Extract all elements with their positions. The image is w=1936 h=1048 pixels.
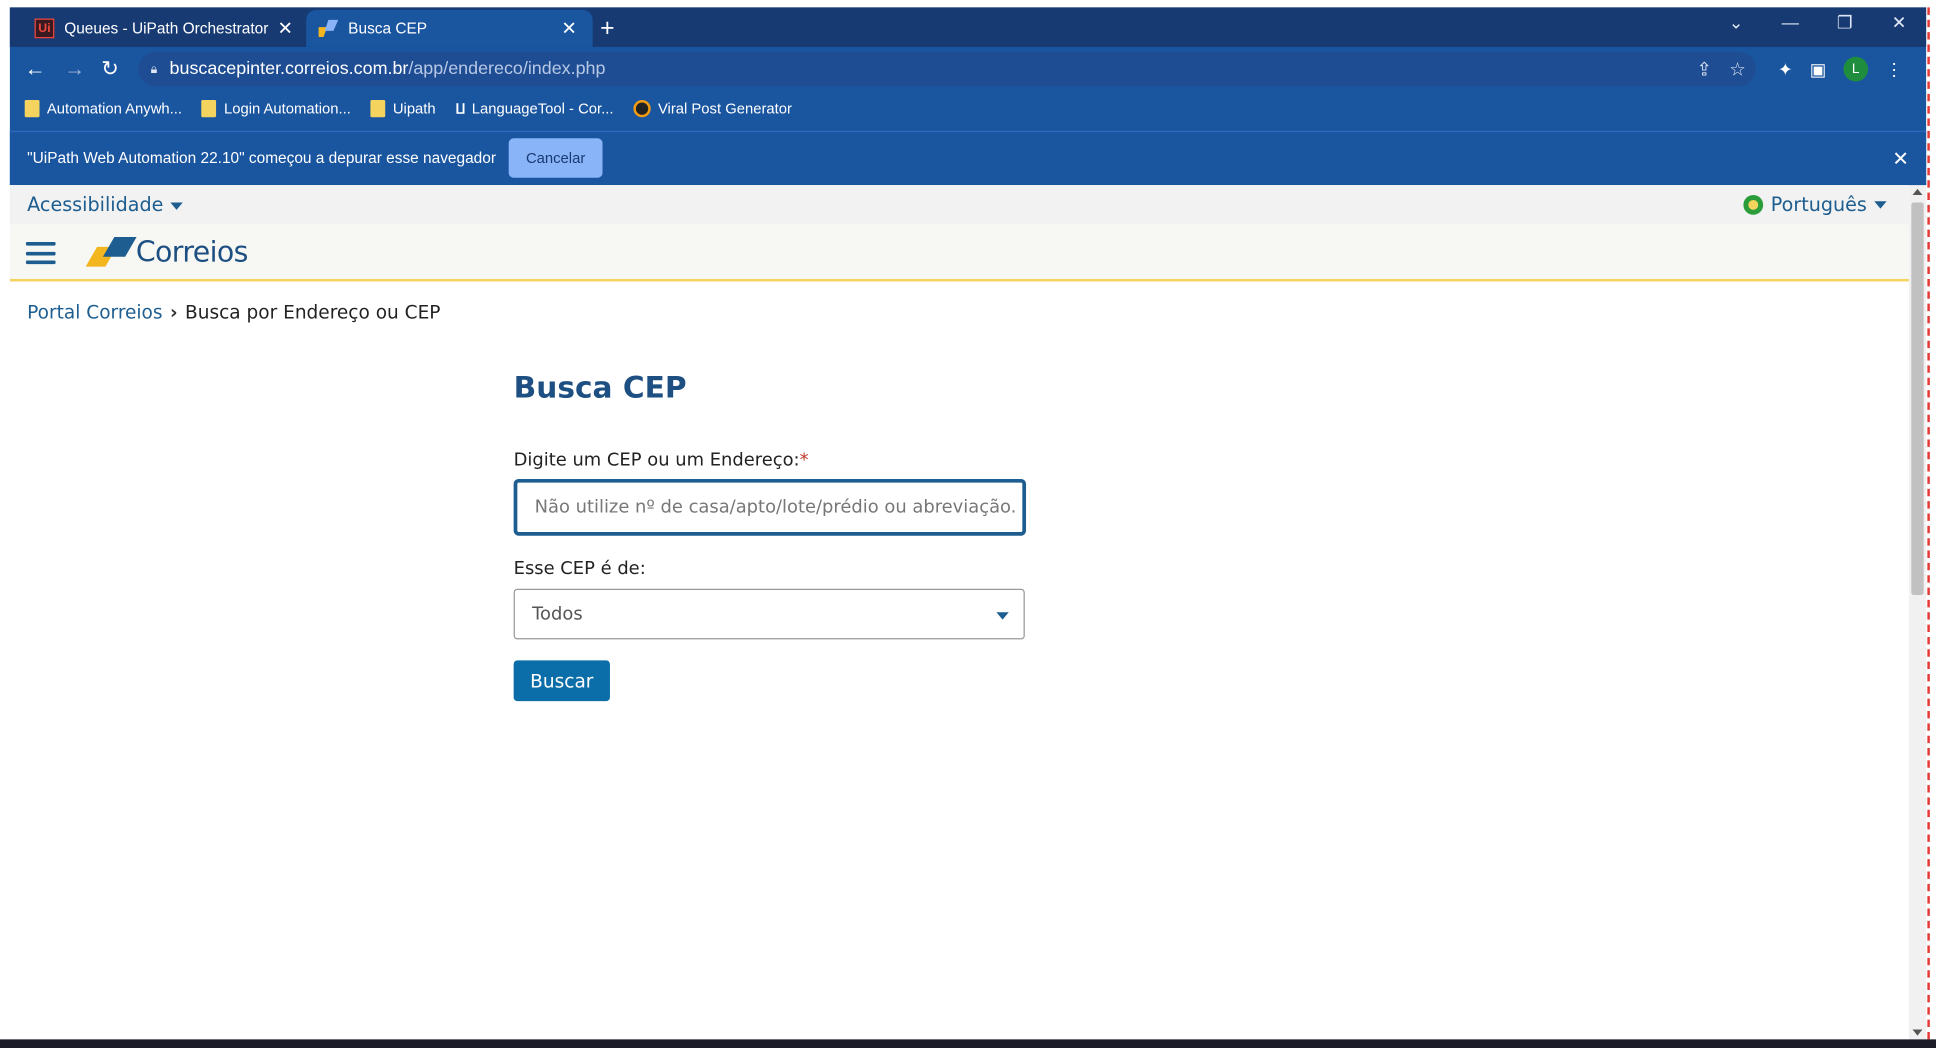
menu-icon[interactable]: ⋮ <box>1885 59 1902 80</box>
folder-icon <box>24 99 40 118</box>
bookmark-item[interactable]: ⵡ LanguageTool - Cor... <box>455 100 613 117</box>
cep-type-label: Esse CEP é de: <box>513 559 646 579</box>
web-page: Acessibilidade Português Correios Portal… <box>9 185 1909 1040</box>
bookmark-item[interactable]: Automation Anywh... <box>24 99 183 118</box>
bookmark-label: Automation Anywh... <box>46 99 183 118</box>
url-path: /app/endereco/index.php <box>408 59 606 80</box>
accessibility-label: Acessibilidade <box>27 193 164 217</box>
language-selector[interactable]: Português <box>1743 193 1887 217</box>
tab-title: Queues - UiPath Orchestrator <box>64 19 269 38</box>
lock-icon[interactable]: 🔒︎ <box>151 62 158 76</box>
logo-text: Correios <box>135 237 249 270</box>
profile-avatar[interactable]: L <box>1843 56 1869 82</box>
new-tab-icon[interactable]: + <box>600 15 614 43</box>
extensions-icon[interactable]: ✦ <box>1778 59 1792 80</box>
debugging-infobar: "UiPath Web Automation 22.10" começou a … <box>9 130 1927 186</box>
page-title: Busca CEP <box>513 370 687 405</box>
minimize-icon[interactable]: — <box>1766 12 1815 32</box>
tab-uipath-orchestrator[interactable]: Ui Queues - UiPath Orchestrator ✕ <box>22 10 308 47</box>
breadcrumb-separator: › <box>169 301 178 324</box>
breadcrumb: Portal Correios › Busca por Endereço ou CE… <box>27 301 440 323</box>
correios-logo-icon <box>85 237 137 269</box>
automation-highlight-border <box>1927 7 1930 1040</box>
chevron-down-icon <box>170 201 184 210</box>
share-icon[interactable]: ⇪ <box>1696 58 1712 80</box>
brazil-flag-icon <box>1743 195 1764 215</box>
chevron-down-icon <box>996 612 1009 620</box>
page-scrollbar[interactable] <box>1908 185 1927 1040</box>
accessibility-bar: Acessibilidade Português <box>9 185 1909 225</box>
side-panel-icon[interactable]: ▣ <box>1810 59 1826 80</box>
reload-icon[interactable]: ↻ <box>101 57 119 82</box>
uipath-icon: Ui <box>34 18 55 39</box>
bookmark-label: LanguageTool - Cor... <box>471 99 614 118</box>
search-button[interactable]: Buscar <box>513 660 610 702</box>
cep-field-label: Digite um CEP ou um Endereço:* <box>514 451 809 471</box>
bookmark-label: Viral Post Generator <box>657 99 792 118</box>
cep-type-value: Todos <box>532 604 583 624</box>
cep-address-input[interactable] <box>513 478 1027 536</box>
window-close-icon[interactable]: ✕ <box>1874 12 1923 33</box>
tab-bar: Ui Queues - UiPath Orchestrator ✕ Busca … <box>9 7 1927 47</box>
breadcrumb-current: Busca por Endereço ou CEP <box>185 301 441 324</box>
bookmark-item[interactable]: Viral Post Generator <box>633 99 792 118</box>
browser-window: Ui Queues - UiPath Orchestrator ✕ Busca … <box>9 7 1927 186</box>
restore-icon[interactable]: ❐ <box>1820 12 1869 33</box>
close-icon[interactable]: ✕ <box>274 17 296 40</box>
required-mark: * <box>799 450 809 471</box>
bookmark-label: Login Automation... <box>223 99 351 118</box>
cep-type-select[interactable]: Todos <box>513 588 1025 640</box>
bookmark-star-icon[interactable]: ☆ <box>1729 58 1746 80</box>
scrollbar-thumb[interactable] <box>1911 202 1924 595</box>
address-bar[interactable]: 🔒︎ buscacepinter.correios.com.br/app/end… <box>138 51 1756 87</box>
languagetool-icon: ⵡ <box>455 101 465 117</box>
breadcrumb-portal-link[interactable]: Portal Correios <box>27 301 162 323</box>
folder-icon <box>370 99 386 118</box>
bookmark-item[interactable]: Uipath <box>370 99 436 118</box>
scroll-down-icon[interactable] <box>1912 1029 1923 1036</box>
bookmarks-bar: Automation Anywh... Login Automation... … <box>24 96 792 121</box>
correios-icon <box>318 19 339 39</box>
cancel-debug-button[interactable]: Cancelar <box>508 138 603 178</box>
taskbar-edge <box>0 1039 1936 1048</box>
tab-busca-cep[interactable]: Busca CEP ✕ <box>306 9 593 47</box>
correios-logo[interactable]: Correios <box>85 237 249 270</box>
debug-message: "UiPath Web Automation 22.10" começou a … <box>27 149 497 167</box>
site-header: Correios <box>9 224 1909 282</box>
viral-post-icon <box>633 99 651 118</box>
url-host: buscacepinter.correios.com.br <box>169 59 409 80</box>
folder-icon <box>201 99 217 118</box>
hamburger-menu-icon[interactable] <box>25 241 56 265</box>
close-icon[interactable]: ✕ <box>558 17 580 40</box>
language-label: Português <box>1770 193 1867 217</box>
accessibility-menu[interactable]: Acessibilidade <box>27 193 184 217</box>
tab-search-icon[interactable]: ⌄ <box>1711 12 1760 33</box>
forward-icon[interactable]: → <box>64 57 85 82</box>
chevron-down-icon <box>1874 201 1887 209</box>
bookmark-label: Uipath <box>392 99 436 118</box>
back-icon[interactable]: ← <box>25 57 46 82</box>
address-row: ← → ↻ 🔒︎ buscacepinter.correios.com.br/a… <box>10 47 1926 91</box>
scroll-up-icon[interactable] <box>1912 188 1923 196</box>
cep-label-text: Digite um CEP ou um Endereço: <box>513 450 800 471</box>
close-icon[interactable]: ✕ <box>1892 147 1909 172</box>
tab-title: Busca CEP <box>348 19 428 38</box>
bookmark-item[interactable]: Login Automation... <box>201 99 351 118</box>
